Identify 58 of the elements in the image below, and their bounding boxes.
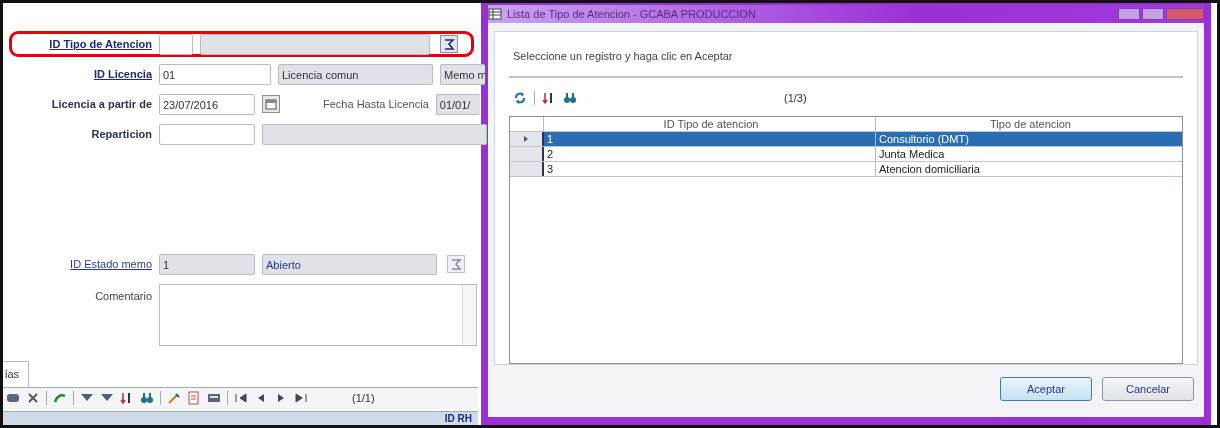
status-text: ID RH xyxy=(444,412,472,426)
input-field[interactable] xyxy=(159,33,193,55)
column-header[interactable]: ID Tipo de atencion xyxy=(544,117,876,131)
input-field[interactable]: Licencia comun xyxy=(278,63,433,85)
edit-icon[interactable] xyxy=(167,391,181,405)
input-field[interactable]: 23/07/2016 xyxy=(159,93,255,115)
table-cell-text: Atencion domiciliaria xyxy=(878,162,981,176)
binoculars-icon[interactable] xyxy=(563,91,577,105)
window-title: Lista de Tipo de Atencion - GCABA PRODUCCION xyxy=(507,6,756,22)
delete-icon[interactable] xyxy=(26,391,40,405)
field-label[interactable]: ID Tipo de Atencion xyxy=(16,35,152,53)
table-cell: 1 xyxy=(544,132,876,146)
table-cell-text: Consultorio (DMT) xyxy=(878,132,970,146)
undo-icon[interactable] xyxy=(53,391,67,405)
table-row[interactable]: 1 Consultorio (DMT) xyxy=(510,132,1182,147)
last-icon[interactable] xyxy=(294,391,308,405)
table-cell-text: Junta Medica xyxy=(878,147,946,161)
field-label: Reparticion xyxy=(90,126,152,142)
table-icon xyxy=(488,7,502,20)
field-label: Licencia a partir de xyxy=(50,96,152,112)
table-cell: 3 xyxy=(544,162,876,176)
first-icon[interactable] xyxy=(234,391,248,405)
lookup-icon xyxy=(443,38,455,50)
row-header[interactable] xyxy=(510,132,544,146)
field-label[interactable]: ID Licencia xyxy=(16,65,152,83)
input-field[interactable] xyxy=(200,33,430,55)
instruction-text: Seleccione un registro y haga clic en Aceptar xyxy=(512,48,734,64)
row-header[interactable] xyxy=(510,162,544,176)
refresh-icon[interactable] xyxy=(513,91,527,105)
input-field[interactable]: 01/01/ xyxy=(435,93,480,115)
row-header[interactable] xyxy=(510,147,544,161)
calendar-button[interactable] xyxy=(262,95,280,113)
input-field[interactable]: Abierto xyxy=(262,253,437,275)
record-counter: (1/1) xyxy=(352,390,375,406)
accept-button[interactable]: Aceptar xyxy=(1000,377,1092,401)
field-label: Comentario xyxy=(94,289,152,304)
lookup-icon xyxy=(450,258,462,270)
column-header[interactable]: Tipo de atencion xyxy=(876,117,1182,131)
field-label: Fecha Hasta Licencia xyxy=(323,96,429,112)
row-pointer-icon xyxy=(523,135,529,143)
table-row[interactable]: 2 Junta Medica xyxy=(510,147,1182,162)
table-cell: 2 xyxy=(544,147,876,161)
scrollbar[interactable] xyxy=(462,285,476,345)
comment-field[interactable] xyxy=(159,284,477,346)
tab[interactable]: ias xyxy=(3,361,29,387)
input-field[interactable]: 01 xyxy=(159,63,271,85)
record-counter: (1/3) xyxy=(784,90,807,106)
calendar-icon xyxy=(265,98,277,110)
input-field[interactable]: 1 xyxy=(159,253,255,275)
cancel-button[interactable]: Cancelar xyxy=(1102,377,1194,401)
lookup-button[interactable] xyxy=(440,35,458,53)
input-field[interactable] xyxy=(262,123,487,145)
input-field[interactable] xyxy=(159,123,255,145)
maximize-button[interactable] xyxy=(1142,7,1164,20)
field-label[interactable]: ID Estado memo xyxy=(16,255,152,273)
minimize-button[interactable] xyxy=(1118,7,1140,20)
binoculars-icon[interactable] xyxy=(140,391,154,405)
table-row[interactable]: 3 Atencion domiciliaria xyxy=(510,162,1182,177)
